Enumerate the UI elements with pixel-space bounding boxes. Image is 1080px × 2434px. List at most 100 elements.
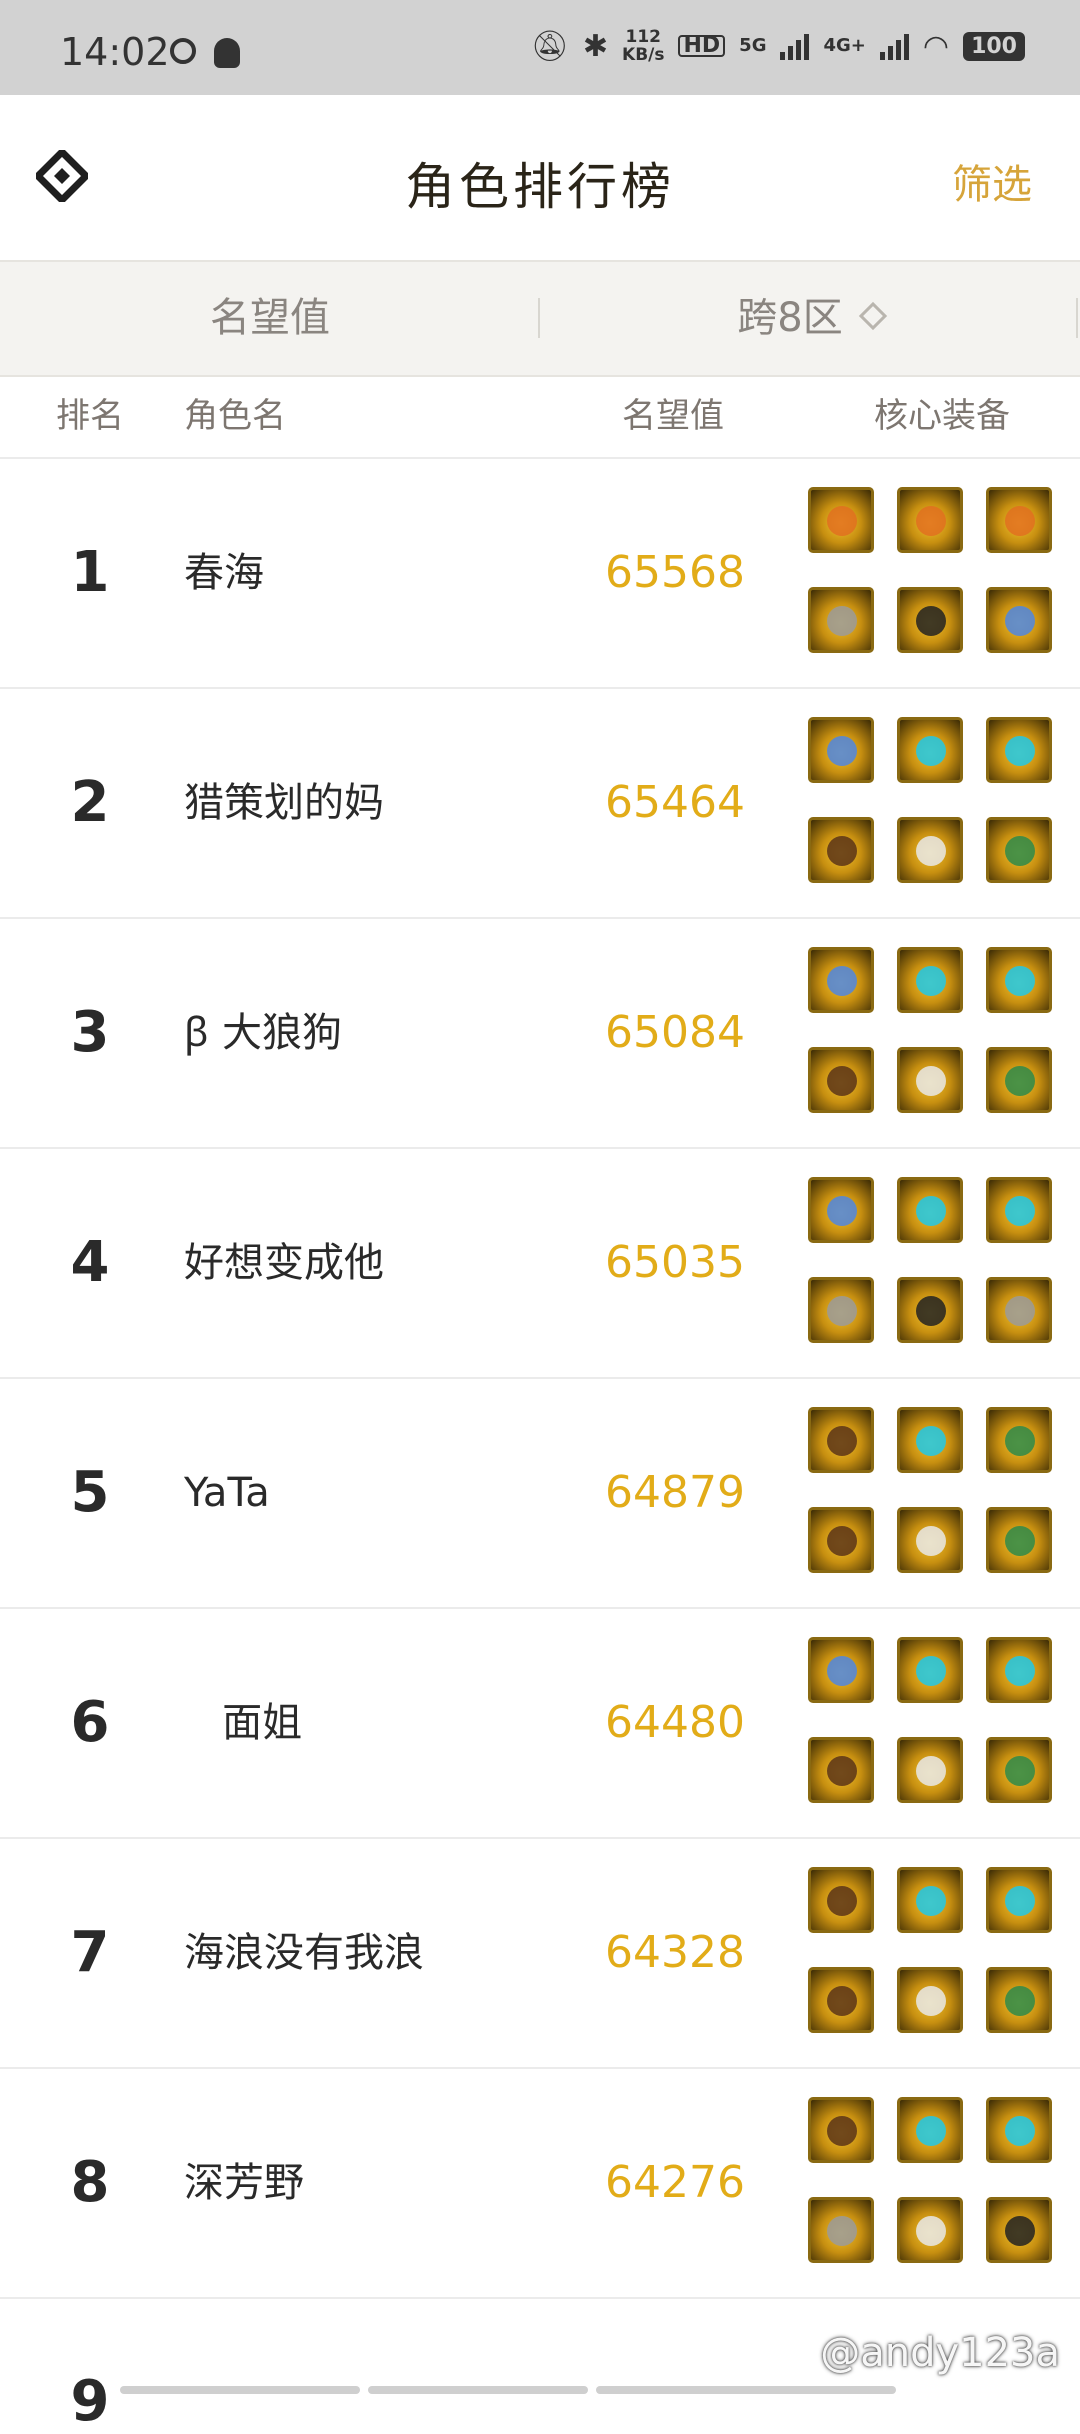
equipment-icon[interactable]: [986, 1407, 1052, 1473]
equipment-icon[interactable]: [808, 1177, 874, 1243]
equipment-icon[interactable]: [897, 487, 963, 553]
equipment-icon[interactable]: [986, 1637, 1052, 1703]
fame-score: 64879: [605, 1467, 745, 1518]
equipment-icon[interactable]: [986, 1737, 1052, 1803]
equipment-icon[interactable]: [986, 587, 1052, 653]
character-name[interactable]: 好想变成他: [184, 1149, 384, 1377]
equipment-icon[interactable]: [897, 1637, 963, 1703]
equipment-icon[interactable]: [808, 2097, 874, 2163]
equipment-icon[interactable]: [986, 1507, 1052, 1573]
horizontal-scroll-indicator: [120, 2386, 896, 2394]
equipment-icon[interactable]: [897, 717, 963, 783]
fame-score: 65568: [605, 547, 745, 598]
character-name[interactable]: ꞵ 大狼狗: [184, 919, 342, 1147]
equipment-icon[interactable]: [986, 1867, 1052, 1933]
network-4g-label: 4G+: [823, 35, 866, 56]
sync-icon: [170, 38, 196, 64]
ranking-list: 1 春海 65568 2 猎策划的妈 65464 3 ꞵ 大狼狗 65084 4 好想变成他 6503…: [0, 459, 1080, 2434]
equipment-icon[interactable]: [808, 947, 874, 1013]
rank-number: 8: [70, 2150, 110, 2215]
equipment-icon[interactable]: [897, 2197, 963, 2263]
wifi-icon: ◠: [922, 28, 950, 64]
equipment-icon[interactable]: [808, 587, 874, 653]
character-name[interactable]: 春海: [184, 459, 264, 687]
equipment-icon[interactable]: [897, 1507, 963, 1573]
qq-notification-icon: [214, 38, 240, 68]
table-row[interactable]: 7 海浪没有我浪 64328: [0, 1839, 1080, 2069]
equipment-icon[interactable]: [897, 1277, 963, 1343]
equipment-icon[interactable]: [986, 1047, 1052, 1113]
filter-button[interactable]: 筛选: [952, 152, 1032, 210]
filter-bar: 名望值 跨8区: [0, 260, 1080, 377]
page-title: 角色排行榜: [405, 158, 675, 216]
fame-score: 65035: [605, 1237, 745, 1288]
watermark: @andy123a: [820, 2330, 1060, 2376]
equipment-icon[interactable]: [808, 1047, 874, 1113]
equipment-icon[interactable]: [897, 1047, 963, 1113]
equipment-icon[interactable]: [986, 817, 1052, 883]
dropdown-diamond-icon: [858, 301, 887, 331]
equipment-icon[interactable]: [808, 487, 874, 553]
equipment-icon[interactable]: [808, 1507, 874, 1573]
equipment-icon[interactable]: [986, 947, 1052, 1013]
table-row[interactable]: 4 好想变成他 65035: [0, 1149, 1080, 1379]
core-equipment-grid: [808, 717, 1064, 883]
character-name[interactable]: 海浪没有我浪: [184, 1839, 424, 2067]
core-equipment-grid: [808, 1637, 1064, 1803]
equipment-icon[interactable]: [808, 1407, 874, 1473]
equipment-icon[interactable]: [986, 1177, 1052, 1243]
fame-score: 64480: [605, 1697, 745, 1748]
table-header: 排名 角色名 名望值 核心装备: [0, 375, 1080, 459]
equipment-icon[interactable]: [808, 2197, 874, 2263]
equipment-icon[interactable]: [897, 1967, 963, 2033]
equipment-icon[interactable]: [897, 1737, 963, 1803]
table-row[interactable]: 3 ꞵ 大狼狗 65084: [0, 919, 1080, 1149]
filter-divider: [1076, 298, 1078, 338]
equipment-icon[interactable]: [986, 1967, 1052, 2033]
equipment-icon[interactable]: [897, 1867, 963, 1933]
sort-selector[interactable]: 名望值: [0, 262, 540, 375]
status-bar: 14:02 🔕︎ ✱ 112 KB/s HD 5G 4G+ ◠ 100: [0, 0, 1080, 95]
equipment-icon[interactable]: [897, 587, 963, 653]
signal-4g-icon: [879, 32, 909, 60]
equipment-icon[interactable]: [808, 1967, 874, 2033]
equipment-icon[interactable]: [897, 1177, 963, 1243]
column-header-equipment: 核心装备: [874, 396, 1010, 436]
equipment-icon[interactable]: [897, 817, 963, 883]
character-name[interactable]: 面姐: [184, 1609, 302, 1837]
equipment-icon[interactable]: [808, 1737, 874, 1803]
core-equipment-grid: [808, 1177, 1064, 1343]
fame-score: 64276: [605, 2157, 745, 2208]
signal-5g-icon: [780, 32, 810, 60]
character-name[interactable]: 猎策划的妈: [184, 689, 384, 917]
character-name[interactable]: YaTa: [184, 1379, 270, 1607]
equipment-icon[interactable]: [808, 717, 874, 783]
rank-number: 2: [70, 770, 110, 835]
region-selector[interactable]: 跨8区: [540, 262, 1080, 375]
table-row[interactable]: 1 春海 65568: [0, 459, 1080, 689]
battery-indicator: 100: [963, 31, 1025, 61]
table-row[interactable]: 2 猎策划的妈 65464: [0, 689, 1080, 919]
equipment-icon[interactable]: [986, 1277, 1052, 1343]
equipment-icon[interactable]: [808, 1867, 874, 1933]
table-row[interactable]: 8 深芳野 64276: [0, 2069, 1080, 2299]
equipment-icon[interactable]: [897, 947, 963, 1013]
mute-icon: 🔕︎: [530, 28, 569, 64]
equipment-icon[interactable]: [986, 487, 1052, 553]
rank-number: 1: [70, 540, 110, 605]
core-equipment-grid: [808, 1407, 1064, 1573]
table-row[interactable]: 6 面姐 64480: [0, 1609, 1080, 1839]
bluetooth-icon: ✱: [582, 28, 609, 64]
equipment-icon[interactable]: [808, 817, 874, 883]
character-name[interactable]: 深芳野: [184, 2069, 304, 2297]
equipment-icon[interactable]: [808, 1277, 874, 1343]
equipment-icon[interactable]: [808, 1637, 874, 1703]
table-row[interactable]: 5 YaTa 64879: [0, 1379, 1080, 1609]
equipment-icon[interactable]: [897, 1407, 963, 1473]
network-5g-label: 5G: [739, 35, 767, 56]
equipment-icon[interactable]: [986, 717, 1052, 783]
equipment-icon[interactable]: [986, 2197, 1052, 2263]
equipment-icon[interactable]: [986, 2097, 1052, 2163]
core-equipment-grid: [808, 487, 1064, 653]
equipment-icon[interactable]: [897, 2097, 963, 2163]
